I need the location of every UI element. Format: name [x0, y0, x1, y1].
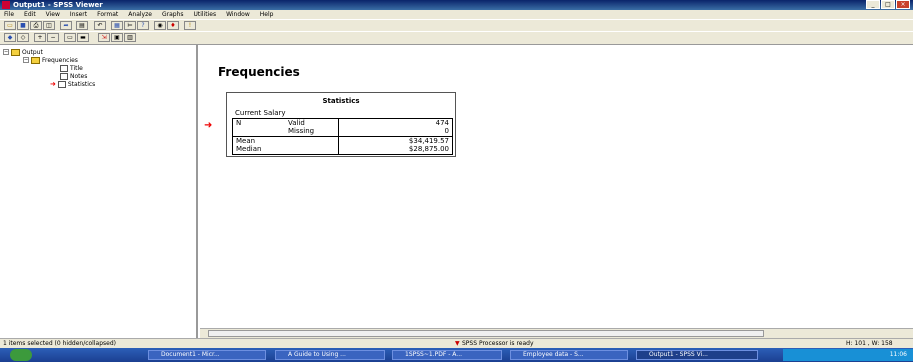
menu-insert[interactable]: Insert	[70, 10, 87, 19]
menu-help[interactable]: Help	[260, 10, 274, 19]
tree-item-statistics-label: Statistics	[67, 80, 96, 88]
menu-edit[interactable]: Edit	[24, 10, 36, 19]
dialog-recall-icon[interactable]: ▤	[76, 21, 88, 30]
goto-case-icon[interactable]: ⊨	[124, 21, 136, 30]
task-employee-data[interactable]: Employee data - S...	[510, 350, 628, 360]
value-mean: $34,419.57	[408, 137, 449, 145]
collapse-icon[interactable]: ▭	[64, 33, 76, 42]
arrow-right-icon[interactable]: ◇	[17, 33, 29, 42]
task-output1[interactable]: Output1 - SPSS Vi...	[636, 350, 758, 360]
variable-label: Current Salary	[235, 109, 286, 117]
standard-toolbar: ▭ ■ ⎙ ◫ ➦ ▤ ↶ ▦ ⊨ ? ◉ ♦ !	[0, 19, 913, 31]
save-icon[interactable]: ■	[17, 21, 29, 30]
collapse-frequencies-icon[interactable]: −	[23, 57, 29, 63]
output-book-icon	[11, 48, 20, 56]
output-content-pane[interactable]	[200, 45, 913, 328]
variables-icon[interactable]: ?	[137, 21, 149, 30]
value-median: $28,875.00	[408, 145, 449, 153]
task-guide[interactable]: A Guide to Using ...	[275, 350, 385, 360]
tree-item-frequencies[interactable]: − Frequencies	[23, 56, 78, 64]
scrollbar-thumb[interactable]	[208, 330, 764, 337]
menu-format[interactable]: Format	[97, 10, 118, 19]
demote-icon[interactable]: −	[47, 33, 59, 42]
title-bar: Output1 - SPSS Viewer _ □ ×	[0, 0, 913, 10]
value-missing: 0	[444, 127, 449, 135]
window-controls: _ □ ×	[866, 0, 910, 10]
statistics-table[interactable]: Statistics Current Salary N Valid 474 Mi…	[226, 92, 456, 157]
collapse-output-icon[interactable]: −	[3, 49, 9, 55]
export-icon[interactable]: ➦	[60, 21, 72, 30]
start-button[interactable]	[10, 349, 32, 361]
notes-doc-icon	[60, 72, 68, 80]
statistics-table-icon	[57, 80, 66, 88]
promote-icon[interactable]: +	[34, 33, 46, 42]
tree-item-notes-label: Notes	[70, 72, 88, 80]
system-tray: 11:06	[783, 349, 913, 361]
outline-toolbar: ◆ ◇ + − ▭ ▬ ⇲ ▣ ▥	[0, 31, 913, 45]
row-label-mean: Mean	[236, 137, 256, 145]
insert-heading-icon[interactable]: ▥	[124, 33, 136, 42]
print-preview-icon[interactable]: ◫	[43, 21, 55, 30]
menu-graphs[interactable]: Graphs	[162, 10, 184, 19]
menu-utilities[interactable]: Utilities	[193, 10, 216, 19]
spss-app-icon	[2, 1, 10, 9]
task-document1[interactable]: Document1 - Micr...	[148, 350, 266, 360]
row-sub-valid: Valid	[288, 119, 305, 127]
frequencies-book-icon	[31, 56, 40, 64]
menu-bar: File Edit View Insert Format Analyze Gra…	[0, 10, 913, 19]
undo-icon[interactable]: ↶	[94, 21, 106, 30]
expand-icon[interactable]: ▬	[77, 33, 89, 42]
close-button[interactable]: ×	[896, 0, 910, 9]
current-item-arrow-icon: ➜	[50, 80, 56, 88]
designate-window-icon[interactable]: ♦	[167, 21, 179, 30]
statistics-title: Statistics	[322, 97, 360, 105]
print-icon[interactable]: ⎙	[30, 21, 42, 30]
status-bar: 1 items selected (0 hidden/collapsed) ▼ …	[0, 338, 913, 348]
window-title: Output1 - SPSS Viewer	[13, 1, 103, 9]
row-sub-missing: Missing	[288, 127, 315, 135]
show-icon[interactable]: ⇲	[98, 33, 110, 42]
windows-taskbar: Document1 - Micr... A Guide to Using ...…	[0, 348, 913, 362]
open-icon[interactable]: ▭	[4, 21, 16, 30]
size-status: H: 101 , W: 158	[846, 340, 893, 347]
value-valid: 474	[435, 119, 449, 127]
clock: 11:06	[889, 351, 907, 358]
tree-item-title[interactable]: Title	[60, 64, 83, 72]
title-doc-icon	[60, 64, 68, 72]
processor-status: SPSS Processor is ready	[462, 340, 534, 347]
arrow-left-icon[interactable]: ◆	[4, 33, 16, 42]
tree-item-title-label: Title	[70, 64, 83, 72]
row-label-n: N	[236, 119, 242, 127]
help-icon[interactable]: !	[184, 21, 196, 30]
task-pdf[interactable]: 1SPSS~1.PDF - A...	[392, 350, 502, 360]
outline-pane[interactable]: − Output − Frequencies Title Notes ➜ Sta…	[0, 45, 198, 338]
maximize-button[interactable]: □	[881, 0, 895, 9]
tree-item-notes[interactable]: Notes	[60, 72, 87, 80]
select-last-output-icon[interactable]: ◉	[154, 21, 166, 30]
output-heading: Frequencies	[218, 65, 300, 79]
tree-item-frequencies-label: Frequencies	[42, 56, 78, 64]
menu-view[interactable]: View	[46, 10, 60, 19]
tree-item-output-label: Output	[22, 48, 43, 56]
goto-data-icon[interactable]: ▦	[111, 21, 123, 30]
current-output-arrow-icon: ➜	[204, 120, 213, 131]
menu-file[interactable]: File	[4, 10, 14, 19]
row-label-median: Median	[236, 145, 262, 153]
tree-item-output[interactable]: − Output	[3, 48, 43, 56]
tree-item-statistics[interactable]: ➜ Statistics	[50, 80, 95, 88]
minimize-button[interactable]: _	[866, 0, 880, 9]
hide-icon[interactable]: ▣	[111, 33, 123, 42]
menu-analyze[interactable]: Analyze	[128, 10, 152, 19]
processor-status-icon: ▼	[455, 340, 460, 347]
statistics-grid: N Valid 474 Missing 0 Mean $34,419.57 Me…	[232, 118, 453, 155]
selection-status: 1 items selected (0 hidden/collapsed)	[3, 340, 116, 347]
menu-window[interactable]: Window	[226, 10, 250, 19]
